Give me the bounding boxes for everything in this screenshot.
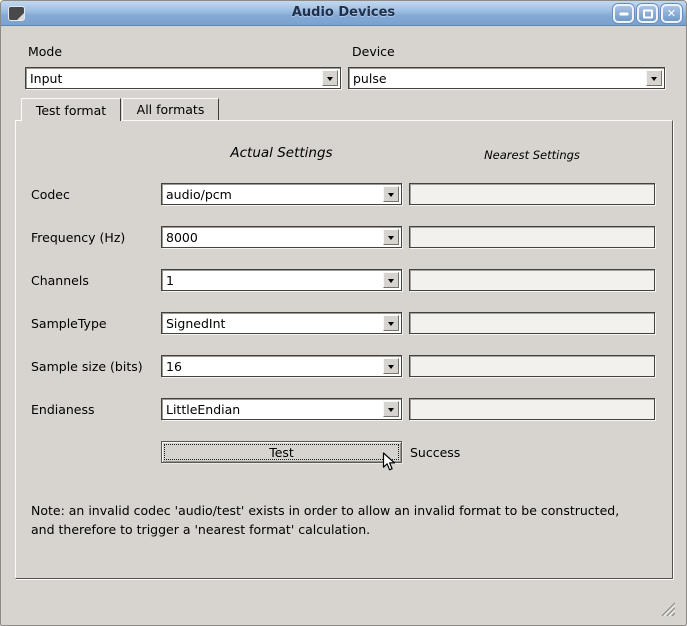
channels-combobox[interactable]: 1 xyxy=(161,269,402,291)
test-button[interactable]: Test xyxy=(161,441,402,463)
minimize-button[interactable] xyxy=(613,4,634,23)
codec-nearest-field xyxy=(409,183,655,205)
sampletype-combobox[interactable]: SignedInt xyxy=(161,312,402,334)
sampletype-nearest-field xyxy=(409,312,655,334)
maximize-button[interactable] xyxy=(637,4,658,23)
samplesize-label: Sample size (bits) xyxy=(31,355,143,377)
dropdown-arrow-icon xyxy=(383,401,399,417)
sampletype-label: SampleType xyxy=(31,312,107,334)
channels-nearest-field xyxy=(409,269,655,291)
dropdown-arrow-icon xyxy=(383,186,399,202)
device-label: Device xyxy=(352,44,395,60)
frequency-label: Frequency (Hz) xyxy=(31,226,125,248)
dropdown-arrow-icon xyxy=(383,315,399,331)
channels-value: 1 xyxy=(166,270,379,290)
frequency-value: 8000 xyxy=(166,227,379,247)
maximize-icon xyxy=(643,9,653,18)
samplesize-nearest-field xyxy=(409,355,655,377)
dropdown-arrow-icon xyxy=(322,70,338,86)
note-line-1: Note: an invalid codec 'audio/test' exis… xyxy=(31,502,619,521)
codec-label: Codec xyxy=(31,183,70,205)
dropdown-arrow-icon xyxy=(383,229,399,245)
dropdown-arrow-icon xyxy=(646,70,662,86)
codec-value: audio/pcm xyxy=(166,184,379,204)
mouse-pointer-icon xyxy=(382,452,397,473)
device-value: pulse xyxy=(353,68,642,88)
window-title: Audio Devices xyxy=(1,1,686,25)
mode-value: Input xyxy=(30,68,318,88)
frequency-nearest-field xyxy=(409,226,655,248)
endianess-combobox[interactable]: LittleEndian xyxy=(161,398,402,420)
window-controls: ✕ xyxy=(613,4,682,23)
window-icon[interactable] xyxy=(8,6,25,21)
endianess-value: LittleEndian xyxy=(166,399,379,419)
close-button[interactable]: ✕ xyxy=(661,4,682,23)
frequency-combobox[interactable]: 8000 xyxy=(161,226,402,248)
endianess-label: Endianess xyxy=(31,398,95,420)
samplesize-value: 16 xyxy=(166,356,379,376)
titlebar[interactable]: Audio Devices ✕ xyxy=(1,1,686,26)
dropdown-arrow-icon xyxy=(383,272,399,288)
mode-combobox[interactable]: Input xyxy=(25,67,341,89)
endianess-nearest-field xyxy=(409,398,655,420)
close-icon: ✕ xyxy=(663,6,680,21)
note-text: Note: an invalid codec 'audio/test' exis… xyxy=(31,502,619,539)
mode-label: Mode xyxy=(28,44,62,60)
device-combobox[interactable]: pulse xyxy=(348,67,665,89)
resize-grip-icon[interactable] xyxy=(661,602,675,616)
sampletype-value: SignedInt xyxy=(166,313,379,333)
test-status-text: Success xyxy=(410,441,460,463)
samplesize-combobox[interactable]: 16 xyxy=(161,355,402,377)
channels-label: Channels xyxy=(31,269,89,291)
dropdown-arrow-icon xyxy=(383,358,399,374)
actual-settings-header: Actual Settings xyxy=(161,145,402,161)
audio-devices-window: Audio Devices ✕ Mode Input Device pulse … xyxy=(0,0,687,626)
tab-all-formats[interactable]: All formats xyxy=(122,98,219,120)
note-line-2: and therefore to trigger a 'nearest form… xyxy=(31,521,619,540)
minimize-icon xyxy=(619,12,628,15)
codec-combobox[interactable]: audio/pcm xyxy=(161,183,402,205)
nearest-settings-header: Nearest Settings xyxy=(409,148,655,162)
tab-test-format[interactable]: Test format xyxy=(21,98,121,121)
